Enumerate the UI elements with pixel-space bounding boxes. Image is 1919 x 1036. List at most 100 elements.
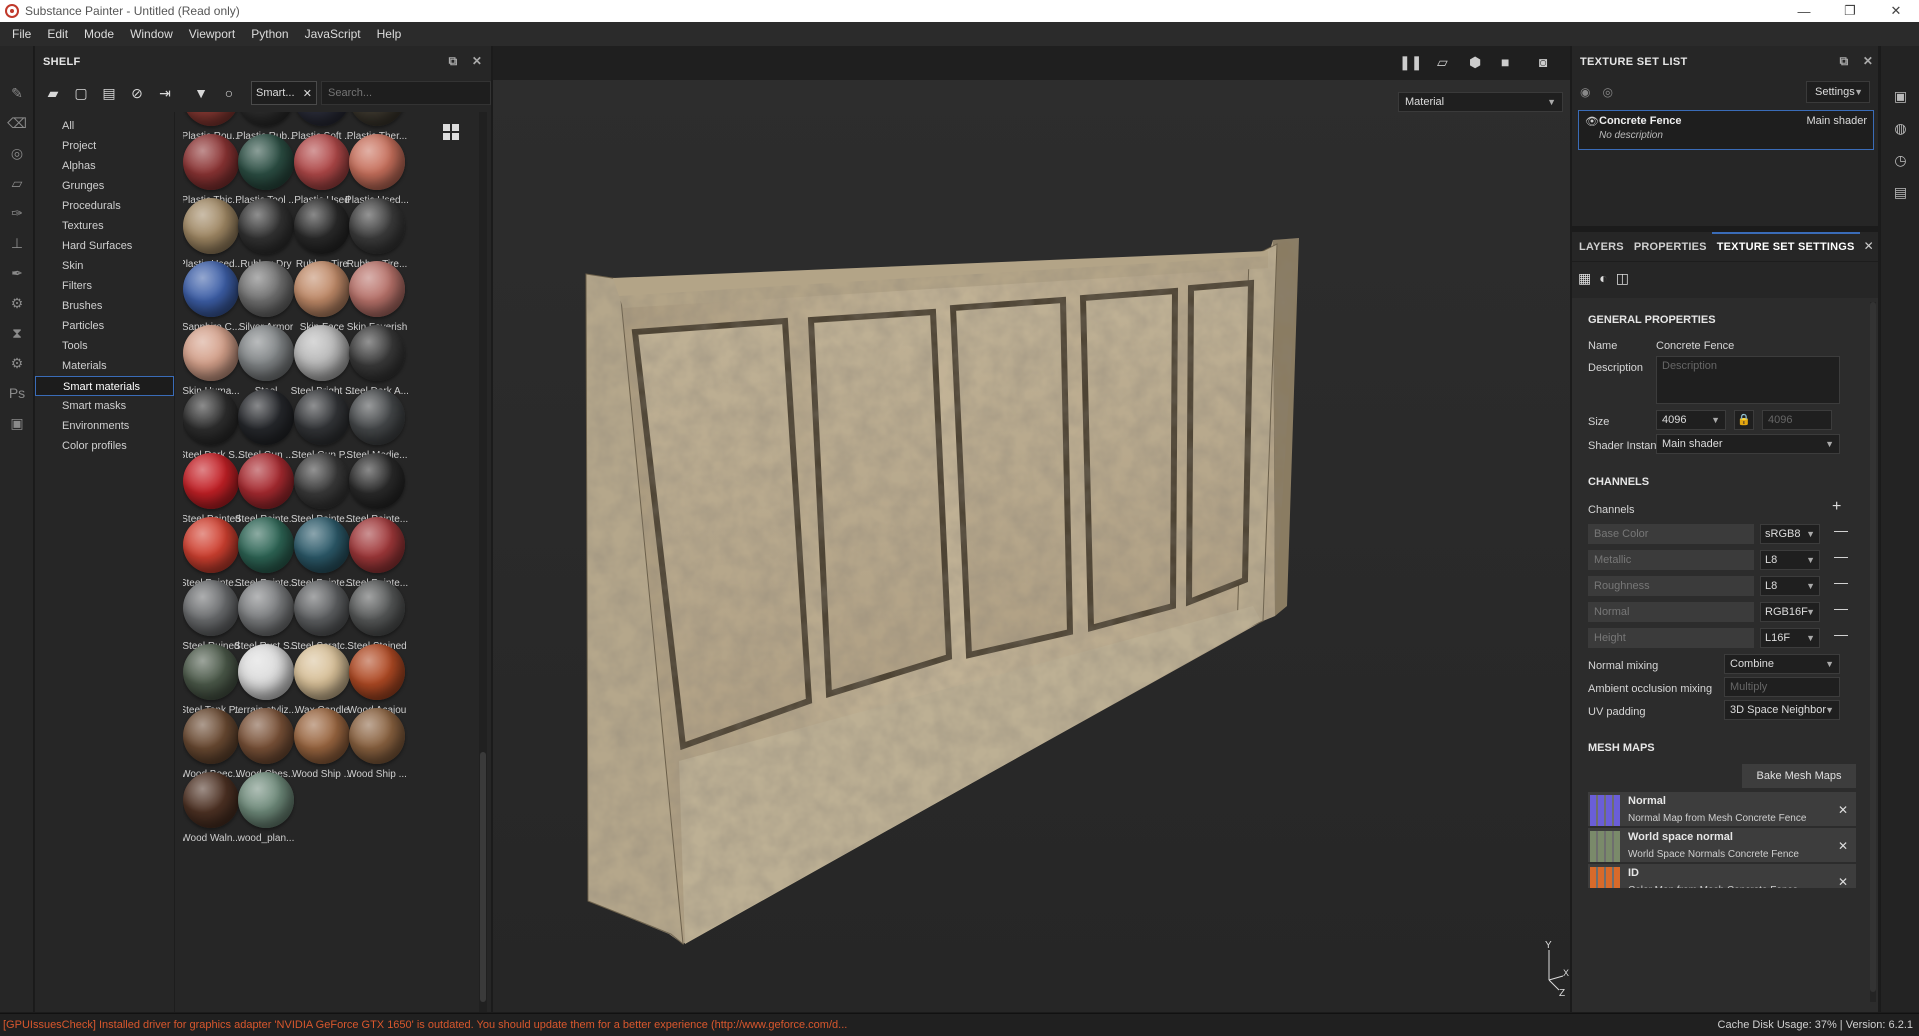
settings-scrollbar[interactable] xyxy=(1870,302,1876,1002)
close-window-button[interactable]: ✕ xyxy=(1873,0,1919,22)
minimize-button[interactable]: — xyxy=(1781,0,1827,22)
shelf-category-item[interactable]: Brushes xyxy=(35,296,174,316)
import-icon[interactable]: ⇥ xyxy=(153,82,177,104)
description-field[interactable]: Description xyxy=(1656,356,1840,404)
remove-channel-icon[interactable]: — xyxy=(1834,626,1848,642)
filter-icon[interactable]: ▼ xyxy=(189,82,213,104)
gpu-warning-message[interactable]: [GPUIssuesCheck] Installed driver for gr… xyxy=(3,1019,847,1031)
remove-channel-icon[interactable]: — xyxy=(1834,574,1848,590)
projection-icon[interactable]: ◎ xyxy=(0,138,34,168)
display-icon[interactable]: ⧗ xyxy=(0,318,34,348)
menu-help[interactable]: Help xyxy=(369,22,410,46)
shelf-scrollbar[interactable] xyxy=(479,112,487,1012)
channel-format-select[interactable]: L8 ▼ xyxy=(1760,576,1820,596)
shelf-search-input[interactable] xyxy=(321,81,491,105)
shader-settings-icon[interactable]: ◍ xyxy=(1881,112,1919,144)
normal-mixing-select[interactable]: Combine ▼ xyxy=(1724,654,1840,674)
shader-instance-select[interactable]: Main shader ▼ xyxy=(1656,434,1840,454)
menu-javascript[interactable]: JavaScript xyxy=(297,22,369,46)
shelf-category-item[interactable]: Grunges xyxy=(35,176,174,196)
settings-icon[interactable]: ⚙ xyxy=(0,288,34,318)
history-icon[interactable]: ◷ xyxy=(1881,144,1919,176)
remove-mesh-map-icon[interactable]: ✕ xyxy=(1838,803,1848,817)
paint-brush-icon[interactable]: ✎ xyxy=(0,78,34,108)
mesh-map-item[interactable]: Normal Normal Map from Mesh Concrete Fenc… xyxy=(1588,792,1856,826)
texture-settings-icon[interactable]: ▦ xyxy=(1578,270,1591,287)
shelf-category-item[interactable]: Materials xyxy=(35,356,174,376)
eraser-icon[interactable]: ⌫ xyxy=(0,108,34,138)
tab-texture-set-settings[interactable]: TEXTURE SET SETTINGS xyxy=(1711,232,1860,261)
maximize-button[interactable]: ❐ xyxy=(1827,0,1873,22)
smart-filter-chip[interactable]: Smart... ✕ xyxy=(251,81,317,105)
menu-viewport[interactable]: Viewport xyxy=(181,22,243,46)
shelf-category-item[interactable]: Hard Surfaces xyxy=(35,236,174,256)
uv-padding-select[interactable]: 3D Space Neighbor ▼ xyxy=(1724,700,1840,720)
mesh-map-item[interactable]: World space normal World Space Normals Co… xyxy=(1588,828,1856,862)
new-resource-icon[interactable]: ▢ xyxy=(69,82,93,104)
remove-channel-icon[interactable]: — xyxy=(1834,548,1848,564)
float-panel-icon[interactable]: ⧉ xyxy=(1836,54,1852,69)
menu-python[interactable]: Python xyxy=(243,22,296,46)
remove-filter-icon[interactable]: ✕ xyxy=(303,87,312,100)
menu-window[interactable]: Window xyxy=(122,22,181,46)
circle-filter-icon[interactable]: ○ xyxy=(217,82,241,104)
settings-scroll-thumb[interactable] xyxy=(1870,302,1876,992)
menu-file[interactable]: File xyxy=(4,22,39,46)
bake-mesh-maps-button[interactable]: Bake Mesh Maps xyxy=(1742,764,1856,788)
shelf-category-item[interactable]: Procedurals xyxy=(35,196,174,216)
grid-view-icon[interactable] xyxy=(443,124,459,140)
visibility-all-icon[interactable]: ◎ xyxy=(1602,85,1612,99)
mesh-map-item[interactable]: ID Color Map from Mesh Concrete Fence ✕ xyxy=(1588,864,1856,888)
shelf-category-item[interactable]: Project xyxy=(35,136,174,156)
close-tab-icon[interactable]: ✕ xyxy=(1860,239,1878,261)
polygon-fill-icon[interactable]: ▱ xyxy=(0,168,34,198)
shelf-category-item[interactable]: Alphas xyxy=(35,156,174,176)
material-thumbnail[interactable]: Wood Ship ... xyxy=(343,708,411,786)
smudge-icon[interactable]: ✑ xyxy=(0,198,34,228)
display-settings-icon[interactable]: ▣ xyxy=(1881,80,1919,112)
close-panel-icon[interactable]: ✕ xyxy=(469,54,485,68)
photoshop-icon[interactable]: Ps xyxy=(0,378,34,408)
clone-stamp-icon[interactable]: ⊥ xyxy=(0,228,34,258)
float-panel-icon[interactable]: ⧉ xyxy=(445,54,461,69)
shelf-category-item[interactable]: All xyxy=(35,116,174,136)
library-icon[interactable]: ▤ xyxy=(97,82,121,104)
tab-layers[interactable]: LAYERS xyxy=(1574,241,1629,261)
hide-icon[interactable]: ⊘ xyxy=(125,82,149,104)
shelf-category-item[interactable]: Smart masks xyxy=(35,396,174,416)
shelf-category-item[interactable]: Color profiles xyxy=(35,436,174,456)
texture-set-item[interactable]: 👁 Concrete Fence Main shader No descript… xyxy=(1578,110,1874,150)
menu-mode[interactable]: Mode xyxy=(76,22,122,46)
color-picker-icon[interactable]: ✒ xyxy=(0,258,34,288)
eye-icon[interactable]: 👁 xyxy=(1585,115,1599,128)
remove-mesh-map-icon[interactable]: ✕ xyxy=(1838,839,1848,853)
properties-icon[interactable]: ⚙ xyxy=(0,348,34,378)
channel-format-select[interactable]: RGB16F ▼ xyxy=(1760,602,1820,622)
screenshot-icon[interactable]: ▣ xyxy=(0,408,34,438)
viewport-channel-select[interactable]: Material ▼ xyxy=(1398,92,1563,112)
lock-icon[interactable]: 🔒 xyxy=(1734,410,1754,430)
shelf-category-item[interactable]: Smart materials xyxy=(35,376,174,396)
log-icon[interactable]: ▤ xyxy=(1881,176,1919,208)
channel-format-select[interactable]: L8 ▼ xyxy=(1760,550,1820,570)
shelf-category-item[interactable]: Environments xyxy=(35,416,174,436)
remove-channel-icon[interactable]: — xyxy=(1834,522,1848,538)
shelf-scroll-thumb[interactable] xyxy=(480,752,486,1002)
channel-format-select[interactable]: sRGB8 ▼ xyxy=(1760,524,1820,544)
material-thumbnail[interactable]: wood_plan... xyxy=(232,771,300,850)
texture-set-settings-dropdown[interactable]: Settings ▼ xyxy=(1806,81,1870,103)
viewport-3d[interactable]: ❚❚ ▱ ⬢ ■ ◙ Material ▼ Y X Z xyxy=(493,46,1570,1012)
name-value[interactable]: Concrete Fence xyxy=(1656,340,1734,352)
shelf-category-item[interactable]: Filters xyxy=(35,276,174,296)
shelf-category-item[interactable]: Particles xyxy=(35,316,174,336)
uv-icon[interactable]: ◫ xyxy=(1616,270,1629,287)
close-panel-icon[interactable]: ✕ xyxy=(1860,54,1876,68)
folder-icon[interactable]: ▰ xyxy=(41,82,65,104)
channel-format-select[interactable]: L16F ▼ xyxy=(1760,628,1820,648)
visibility-toggle-icon[interactable]: ◉ xyxy=(1580,85,1590,99)
size-select[interactable]: 4096 ▼ xyxy=(1656,410,1726,430)
remove-channel-icon[interactable]: — xyxy=(1834,600,1848,616)
texture-set-shader[interactable]: Main shader xyxy=(1806,115,1867,127)
menu-edit[interactable]: Edit xyxy=(39,22,76,46)
remove-mesh-map-icon[interactable]: ✕ xyxy=(1838,875,1848,888)
